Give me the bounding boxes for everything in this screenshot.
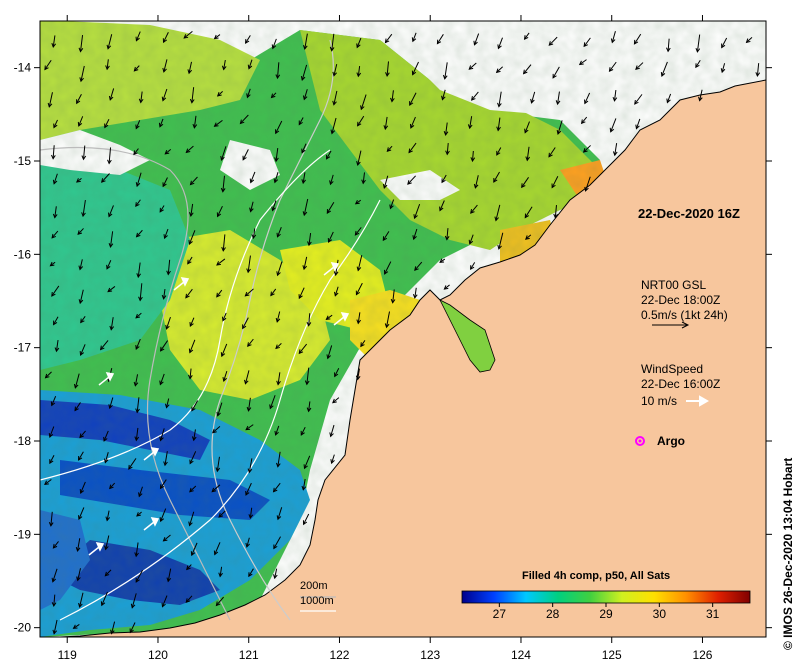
wind-time: 22-Dec 16:00Z: [641, 377, 721, 391]
lat-tick-label: -19: [14, 527, 32, 541]
colorbar-tick-label: 31: [706, 607, 720, 621]
lon-tick-label: 120: [148, 648, 168, 662]
sst-map: -14 -15 -16 -17 -18 -19 -20 119 120 121 122 123 124…: [14, 15, 772, 662]
map-frame: [40, 21, 766, 637]
colorbar-tick-label: 30: [653, 607, 667, 621]
current-scale-label: 0.5m/s (1kt 24h): [641, 308, 728, 322]
lon-tick-label: 119: [58, 648, 77, 662]
credit-label: © IMOS 26-Dec-2020 13:04 Hobart: [781, 457, 795, 650]
colorbar-gradient: [461, 590, 751, 604]
lat-tick-label: -15: [14, 154, 32, 168]
colorbar-tick-label: 29: [599, 607, 613, 621]
lon-tick-label: 125: [602, 648, 622, 662]
wind-title: WindSpeed: [641, 362, 704, 376]
colorbar-tick-label: 27: [493, 607, 507, 621]
colorbar-title: Filled 4h comp, p50, All Sats: [522, 570, 671, 582]
lon-tick-label: 124: [511, 648, 531, 662]
wind-scale-label: 10 m/s: [641, 394, 678, 408]
argo-label: Argo: [657, 434, 685, 448]
lon-tick-label: 126: [692, 648, 712, 662]
contour-200-label: 200m: [300, 580, 328, 592]
date-label: 22-Dec-2020 16Z: [638, 206, 740, 221]
current-time: 22-Dec 18:00Z: [641, 293, 721, 307]
current-legend: NRT00 GSL 22-Dec 18:00Z 0.5m/s (1kt 24h): [641, 278, 728, 323]
lat-tick-label: -18: [14, 434, 32, 448]
contour-1000-label: 1000m: [300, 595, 334, 607]
lat-tick-label: -17: [14, 341, 32, 355]
lat-tick-label: -20: [14, 621, 32, 635]
lat-tick-label: -16: [14, 247, 32, 261]
colorbar-tick-label: 28: [546, 607, 560, 621]
lon-tick-label: 121: [239, 648, 259, 662]
lon-tick-label: 123: [420, 648, 440, 662]
lat-tick-label: -14: [14, 61, 32, 75]
wind-legend: WindSpeed 22-Dec 16:00Z: [641, 362, 720, 392]
lon-tick-label: 122: [329, 648, 349, 662]
current-title: NRT00 GSL: [641, 278, 707, 292]
